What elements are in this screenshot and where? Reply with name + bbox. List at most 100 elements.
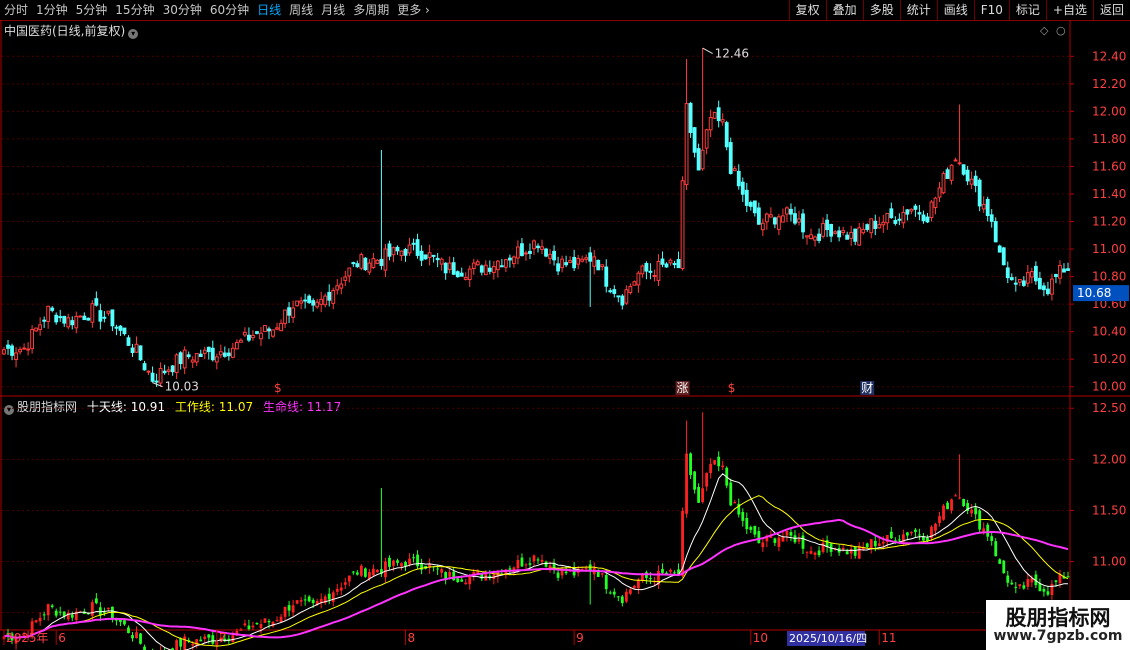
ind-candle-body (918, 534, 921, 536)
candle-body (411, 242, 416, 245)
period-multi[interactable]: 多周期 (349, 0, 393, 20)
ind-candle-body (2, 636, 6, 640)
period-15min[interactable]: 15分钟 (111, 0, 158, 20)
overlay-button[interactable]: 叠加 (825, 0, 863, 20)
ind-candle-body (950, 499, 953, 511)
ind-candle-body (191, 643, 195, 646)
life-value: 11.17 (306, 400, 342, 414)
candle-body (1029, 271, 1034, 278)
candle-body (1033, 265, 1038, 282)
event-marker: 财 (861, 381, 873, 395)
ind-candle-body (978, 510, 982, 530)
period-daily[interactable]: 日线 (253, 0, 285, 20)
candle-body (736, 170, 741, 187)
ind-candle-body (922, 536, 925, 541)
ind-candle-body (877, 543, 881, 546)
candle-body (371, 258, 376, 268)
period-fenshi[interactable]: 分时 (0, 0, 32, 20)
candle-body (1041, 285, 1046, 291)
candle-body (86, 317, 91, 321)
candle-body (949, 164, 954, 181)
ind-candle-body (111, 606, 114, 619)
ind-candle-body (809, 550, 813, 554)
multi-stock-button[interactable]: 多股 (862, 0, 900, 20)
ind-candle-body (476, 570, 480, 574)
period-more[interactable]: 更多 › (393, 0, 434, 20)
chart-title[interactable]: 中国医药(日线,前复权) ▾ (4, 22, 139, 39)
ind-candle-body (548, 565, 552, 569)
period-60min[interactable]: 60分钟 (206, 0, 253, 20)
ind-candle-body (580, 569, 584, 571)
candle-body (202, 349, 207, 354)
ind-ytick-label: 11.00 (1092, 555, 1126, 569)
event-marker: $ (274, 381, 282, 395)
candle-body (528, 250, 532, 254)
candle-body (495, 260, 500, 271)
ind-candle-body (568, 570, 572, 572)
candle-body (483, 264, 488, 276)
back-button[interactable]: 返回 (1092, 0, 1130, 20)
event-marker: $ (728, 381, 736, 395)
candle-body (921, 214, 926, 222)
candle-body (303, 299, 308, 302)
candle-body (431, 254, 436, 257)
mark-button[interactable]: 标记 (1008, 0, 1046, 20)
indicator-title[interactable]: ▾ 股朋指标网 十天线: 10.91 工作线: 11.07 生命线: 11.17 (4, 398, 341, 415)
f10-button[interactable]: F10 (973, 0, 1009, 20)
ind-candle-body (231, 635, 235, 642)
candle-body (901, 211, 906, 224)
ind-candle-body (139, 633, 142, 644)
ind-candle-body (910, 532, 913, 534)
candle-body (194, 353, 199, 363)
candle-body (359, 254, 364, 269)
period-30min[interactable]: 30分钟 (159, 0, 206, 20)
candle-body (644, 262, 649, 272)
ma10-value: 10.91 (130, 400, 166, 414)
ind-candle-body (837, 548, 841, 553)
ind-candle-body (1066, 576, 1070, 578)
period-weekly[interactable]: 周线 (285, 0, 317, 20)
candle-body (716, 107, 721, 122)
main-ytick-label: 11.80 (1092, 132, 1126, 146)
toolbar: 分时 1分钟 5分钟 15分钟 30分钟 60分钟 日线 周线 月线 多周期 更… (0, 0, 1130, 21)
period-monthly[interactable]: 月线 (317, 0, 349, 20)
candle-body (447, 262, 452, 270)
candle-body (407, 244, 412, 254)
draw-line-button[interactable]: 画线 (936, 0, 974, 20)
watermark: 股朋指标网 www.7gpzb.com (986, 600, 1130, 650)
restore-rights-button[interactable]: 复权 (788, 0, 826, 20)
candle-body (190, 359, 195, 363)
candle-body (516, 246, 520, 259)
candle-body (913, 205, 918, 210)
ind-candle-body (769, 536, 773, 538)
candle-body (536, 245, 540, 249)
ind-candle-body (709, 463, 713, 474)
ind-candle-body (1050, 583, 1054, 596)
ind-candle-body (106, 607, 110, 610)
dropdown-icon[interactable]: ▾ (128, 29, 139, 39)
candle-body (455, 271, 460, 278)
statistics-button[interactable]: 统计 (899, 0, 937, 20)
ind-candle-body (665, 572, 668, 575)
add-watchlist-button[interactable]: +自选 (1045, 0, 1093, 20)
dropdown-icon[interactable]: ▾ (4, 405, 14, 415)
candle-body (849, 231, 854, 239)
period-5min[interactable]: 5分钟 (72, 0, 112, 20)
ind-candle-body (962, 499, 966, 506)
date-label: 10 (753, 631, 768, 645)
ind-candle-body (376, 569, 379, 573)
ind-candle-body (616, 596, 620, 598)
period-1min[interactable]: 1分钟 (32, 0, 72, 20)
candle-body (917, 212, 922, 215)
ind-candle-body (1014, 586, 1018, 588)
ind-candle-body (1034, 574, 1038, 586)
ind-candle-body (492, 574, 496, 579)
kline-chart[interactable]: 10.00 10.20 10.40 10.60 10.80 11.00 11.20 11.40… (0, 0, 1130, 650)
candle-body (821, 223, 825, 237)
candle-body (427, 252, 432, 258)
candle-body (933, 197, 938, 208)
ind-candle-body (897, 539, 901, 541)
candle-body (720, 119, 725, 123)
ind-ytick-label: 11.50 (1092, 503, 1126, 517)
ind-candle-body (1058, 573, 1062, 584)
